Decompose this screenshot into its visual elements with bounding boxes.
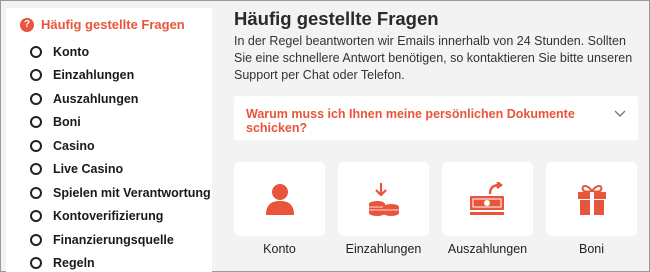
- card-label-boni[interactable]: Boni: [546, 242, 637, 256]
- radio-icon[interactable]: [30, 210, 42, 223]
- sidebar-item-finanzierungsquelle[interactable]: Finanzierungsquelle: [30, 228, 211, 252]
- sidebar-item-label: Live Casino: [53, 162, 124, 177]
- sidebar-item-label: Einzahlungen: [53, 68, 135, 83]
- faq-main: Häufig gestellte Fragen In der Regel bea…: [234, 0, 638, 272]
- gift-icon: [577, 185, 606, 215]
- radio-icon[interactable]: [30, 139, 42, 152]
- faq-sidebar: ? Häufig gestellte Fragen Konto Einzahlu…: [6, 8, 212, 272]
- sidebar-item-auszahlungen[interactable]: Auszahlungen: [30, 87, 211, 111]
- sidebar-item-einzahlungen[interactable]: Einzahlungen: [30, 64, 211, 88]
- sidebar-item-spielen-mit-verantwortung[interactable]: Spielen mit Verantwortung: [30, 181, 211, 205]
- sidebar-item-label: Casino: [53, 138, 95, 153]
- card-einzahlungen[interactable]: [338, 162, 429, 236]
- sidebar-item-label: Spielen mit Verantwortung: [53, 185, 211, 200]
- sidebar-item-label: Regeln: [53, 256, 95, 271]
- category-cards: Konto Einzahlungen Auszahlungen Boni: [234, 162, 638, 272]
- radio-icon[interactable]: [30, 186, 42, 199]
- sidebar-category-list: Konto Einzahlungen Auszahlungen Boni Cas…: [30, 40, 211, 272]
- user-icon: [265, 184, 294, 215]
- sidebar-item-label: Finanzierungsquelle: [53, 232, 174, 247]
- sidebar-heading-label: Häufig gestellte Fragen: [41, 17, 185, 32]
- card-label-auszahlungen[interactable]: Auszahlungen: [442, 242, 533, 256]
- chevron-down-icon[interactable]: [614, 110, 626, 118]
- card-konto[interactable]: [234, 162, 325, 236]
- radio-icon[interactable]: [30, 92, 42, 105]
- intro-text: In der Regel beantworten wir Emails inne…: [234, 34, 633, 82]
- card-label-einzahlungen[interactable]: Einzahlungen: [338, 242, 429, 256]
- sidebar-item-live-casino[interactable]: Live Casino: [30, 158, 211, 182]
- page-title: Häufig gestellte Fragen: [234, 8, 439, 29]
- sidebar-item-label: Auszahlungen: [53, 91, 139, 106]
- sidebar-item-konto[interactable]: Konto: [30, 40, 211, 64]
- sidebar-item-label: Kontoverifizierung: [53, 209, 164, 224]
- sidebar-item-casino[interactable]: Casino: [30, 134, 211, 158]
- question-icon: ?: [20, 17, 34, 32]
- card-label-konto[interactable]: Konto: [234, 242, 325, 256]
- radio-icon[interactable]: [30, 233, 42, 246]
- radio-icon[interactable]: [30, 257, 42, 270]
- sidebar-item-regeln[interactable]: Regeln: [30, 252, 211, 272]
- sidebar-item-kontoverifizierung[interactable]: Kontoverifizierung: [30, 205, 211, 229]
- sidebar-item-boni[interactable]: Boni: [30, 111, 211, 135]
- coins-deposit-icon: [368, 183, 399, 216]
- sidebar-heading[interactable]: ? Häufig gestellte Fragen: [20, 17, 185, 32]
- cash-withdraw-icon: [469, 182, 504, 215]
- radio-icon[interactable]: [30, 163, 42, 176]
- radio-icon[interactable]: [30, 116, 42, 129]
- faq-question: Warum muss ich Ihnen meine persönlichen …: [246, 107, 575, 135]
- faq-accordion-item[interactable]: Warum muss ich Ihnen meine persönlichen …: [234, 96, 638, 140]
- radio-icon[interactable]: [30, 69, 42, 82]
- sidebar-item-label: Boni: [53, 115, 81, 130]
- card-boni[interactable]: [546, 162, 637, 236]
- radio-icon[interactable]: [30, 45, 42, 58]
- sidebar-item-label: Konto: [53, 44, 90, 59]
- card-auszahlungen[interactable]: [442, 162, 533, 236]
